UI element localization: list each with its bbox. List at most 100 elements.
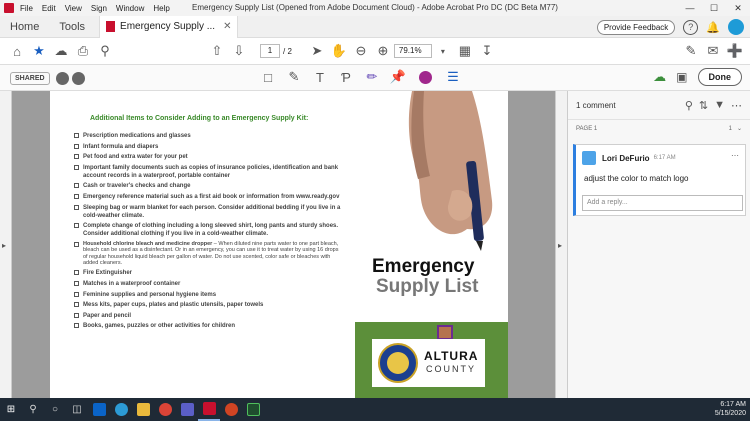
reply-input[interactable]: Add a reply... [582,195,743,211]
participant-icon[interactable] [55,71,69,85]
left-panel-collapsed[interactable]: ▸ [0,91,12,398]
checkbox-icon [74,241,79,247]
acrobat-taskbar-icon[interactable] [198,398,220,421]
search-icon[interactable]: ⚲ [22,398,44,421]
zoom-level-select[interactable]: 79.1% [393,44,432,58]
zoom-in-icon[interactable]: ⊕ [372,43,394,59]
hand-with-pen-image [408,91,493,251]
page-number-input[interactable]: 1 [260,44,280,58]
app-icon[interactable] [242,398,264,421]
checkbox-icon [74,143,79,149]
menu-view[interactable]: View [65,4,82,13]
windows-start-icon[interactable]: ⊞ [0,398,22,421]
minimize-icon[interactable]: — [678,3,702,13]
close-icon[interactable]: ✕ [726,3,750,14]
line-weight-icon[interactable]: ☰ [440,69,466,85]
text-comment-icon[interactable]: T [307,70,333,85]
chrome-icon[interactable] [154,398,176,421]
sticky-note-icon[interactable]: □ [255,70,281,85]
page-group-label: PAGE 1 [576,125,598,132]
email-icon[interactable]: ✉ [702,43,724,59]
comment-toolbar: SHARED □ ✎ T Ƥ ✏ 📌 ☰ ☁ ▣ Done [0,65,750,91]
shared-label: SHARED [10,71,50,85]
list-item: Emergency reference material such as a f… [74,193,344,201]
menu-bar: File Edit View Sign Window Help [20,4,179,13]
text-edit-icon[interactable]: Ƥ [333,70,359,85]
county-logo: ALTURA COUNTY [372,339,485,387]
participant-icon[interactable] [71,71,85,85]
share-icon[interactable]: ➕ [724,43,746,59]
menu-help[interactable]: Help [153,4,169,13]
sort-icon[interactable]: ⇅ [699,99,708,112]
print-icon[interactable]: ⎙ [72,43,94,59]
chevron-down-icon[interactable]: ▾ [432,47,454,56]
previous-page-icon[interactable]: ⇧ [206,43,228,59]
star-icon[interactable]: ★ [28,43,50,59]
draw-pen-icon[interactable]: ✏ [359,69,385,85]
list-item: Complete change of clothing including a … [74,222,344,238]
county-seal-icon [378,343,418,383]
scroll-mode-icon[interactable]: ↧ [476,43,498,59]
provide-feedback-button[interactable]: Provide Feedback [596,19,676,35]
user-avatar[interactable] [728,19,744,35]
menu-sign[interactable]: Sign [91,4,107,13]
tab-tools[interactable]: Tools [49,21,95,33]
window-controls: — ☐ ✕ [678,0,750,16]
help-icon[interactable]: ? [683,19,699,35]
comment-more-icon[interactable]: ⋯ [731,151,739,160]
expand-right-icon[interactable]: ▸ [558,241,562,250]
page-group-header[interactable]: PAGE 1 1 ⌄ [568,119,750,137]
highlight-icon[interactable]: ✎ [281,69,307,85]
fit-page-icon[interactable]: ▦ [454,43,476,59]
menu-file[interactable]: File [20,4,33,13]
zoom-out-icon[interactable]: ⊖ [350,43,372,59]
more-options-icon[interactable]: ⋯ [731,99,742,112]
search-comments-icon[interactable]: ⚲ [685,99,693,112]
close-tab-icon[interactable]: ✕ [223,21,231,32]
list-item: Feminine supplies and personal hygiene i… [74,291,344,299]
cortana-icon[interactable]: ○ [44,398,66,421]
done-button[interactable]: Done [697,68,742,86]
tab-home[interactable]: Home [0,21,49,33]
maximize-icon[interactable]: ☐ [702,3,726,14]
comment-panel-icon[interactable]: ▣ [676,70,687,84]
checkbox-icon [74,270,79,276]
system-clock[interactable]: 6:17 AM 5/15/2020 [715,400,746,418]
checkbox-icon [74,323,79,329]
task-view-icon[interactable]: ◫ [66,398,88,421]
title-bar: File Edit View Sign Window Help Emergenc… [0,0,750,16]
comment-marker-icon[interactable] [437,325,453,340]
cloud-status-icon[interactable]: ☁ [653,69,666,85]
acrobat-logo-icon [4,3,14,13]
document-viewer[interactable]: ▸ Additional Items to Consider Adding to… [0,91,567,398]
comment-card[interactable]: Lori DeFurio 6:17 AM ⋯ adjust the color … [573,144,746,216]
search-icon[interactable]: ⚲ [94,43,116,59]
next-page-icon[interactable]: ⇩ [228,43,250,59]
pdf-page[interactable]: Additional Items to Consider Adding to a… [50,91,508,398]
home-icon[interactable]: ⌂ [6,44,28,59]
cloud-upload-icon[interactable]: ☁ [50,43,72,59]
menu-window[interactable]: Window [116,4,144,13]
author-avatar [582,151,596,165]
powerpoint-icon[interactable] [220,398,242,421]
select-cursor-icon[interactable]: ➤ [306,43,328,59]
document-tab[interactable]: Emergency Supply ... ✕ [99,15,239,38]
hand-tool-icon[interactable]: ✋ [328,43,350,59]
bell-icon[interactable]: 🔔 [706,21,720,34]
teams-icon[interactable] [176,398,198,421]
comments-header: 1 comment ⚲ ⇅ ▼ ⋯ [568,91,750,119]
checkbox-icon [74,204,79,210]
file-explorer-icon[interactable] [132,398,154,421]
chevron-down-icon[interactable]: ⌄ [737,125,742,132]
outlook-icon[interactable] [88,398,110,421]
comment-text: adjust the color to match logo [584,174,689,183]
color-swatch[interactable] [419,70,432,84]
right-scroll-rail[interactable]: ▸ [555,91,567,398]
sign-pen-icon[interactable]: ✎ [680,43,702,59]
edge-icon[interactable] [110,398,132,421]
menu-edit[interactable]: Edit [42,4,56,13]
expand-left-panel-icon[interactable]: ▸ [2,241,6,250]
clock-time: 6:17 AM [720,401,746,408]
filter-icon[interactable]: ▼ [714,99,725,111]
pin-icon[interactable]: 📌 [385,69,411,85]
